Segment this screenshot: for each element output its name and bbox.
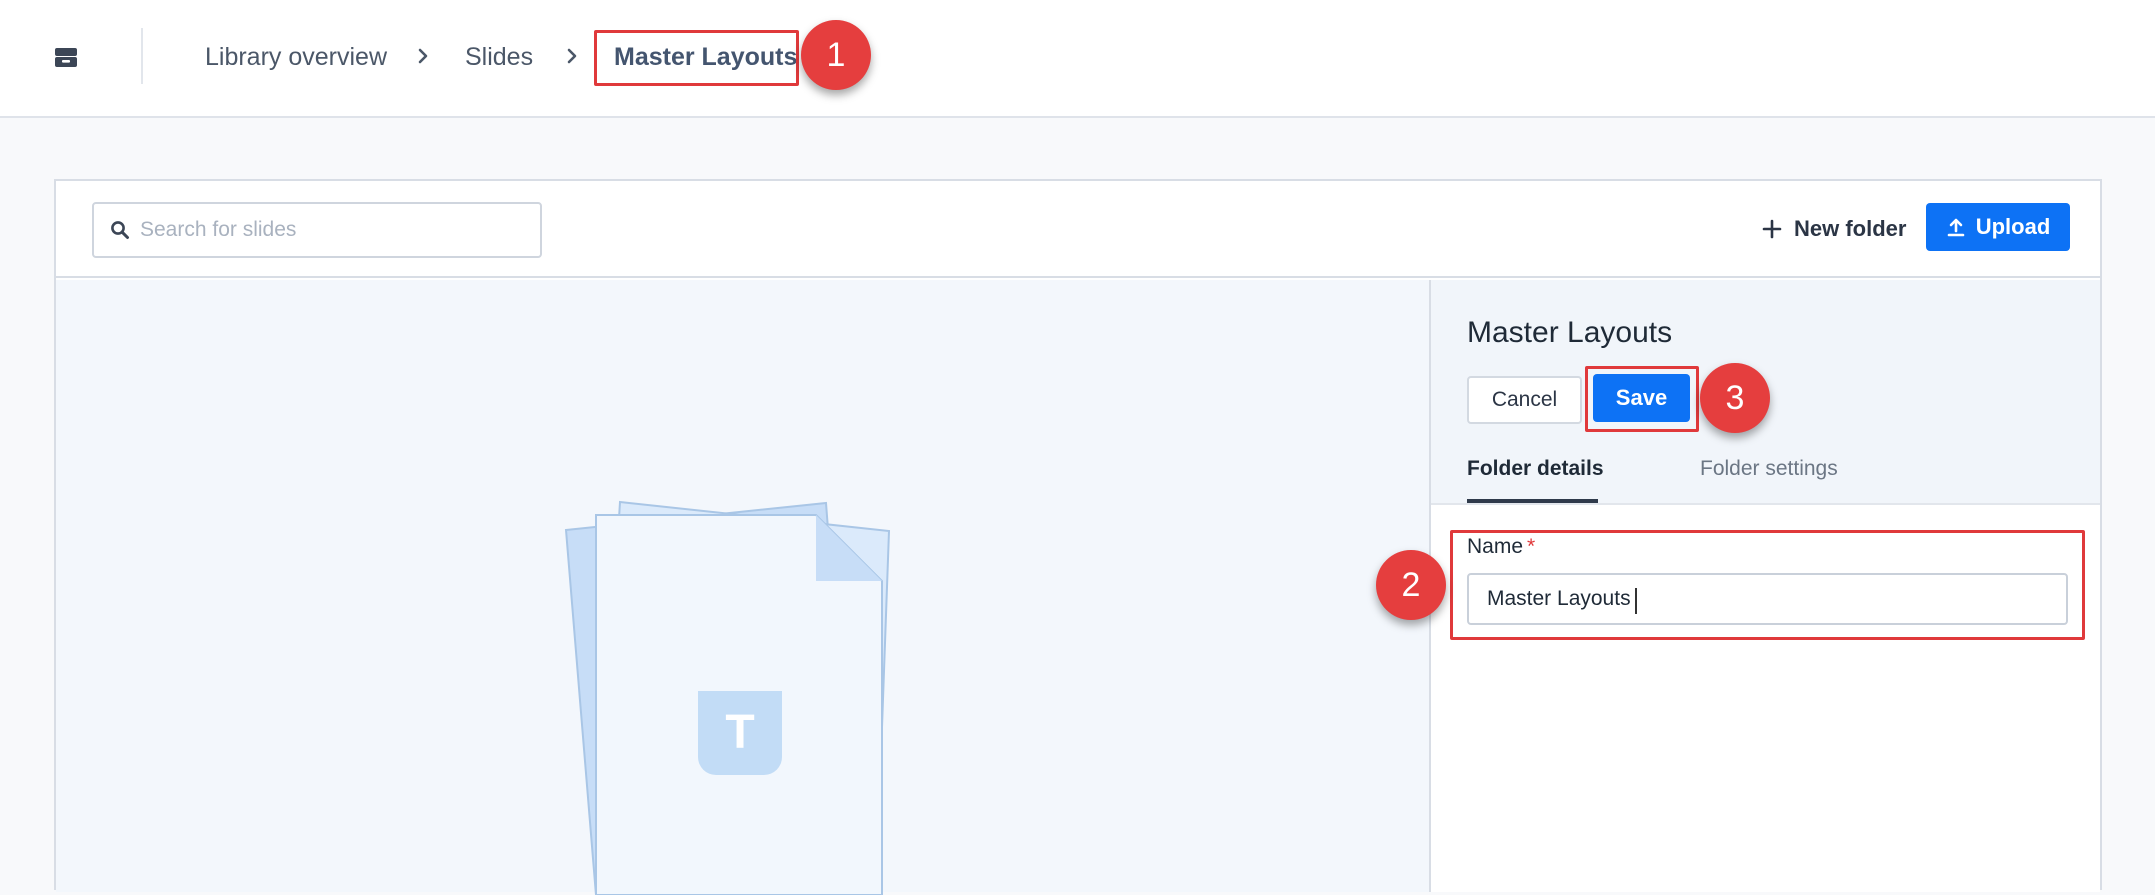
highlight-box-save [1585,366,1699,432]
upload-label: Upload [1975,214,2051,239]
upload-button[interactable]: Upload [1926,203,2070,251]
archive-icon[interactable] [54,45,78,69]
slides-content-area: T [56,280,1429,895]
top-divider [141,28,143,84]
upload-icon [1947,218,1965,237]
callout-badge-2: 2 [1376,550,1446,620]
panel-title: Master Layouts [1467,316,1673,349]
highlight-box-name-field [1450,530,2085,640]
tab-folder-details[interactable]: Folder details [1467,457,1604,503]
chevron-right-icon [418,48,428,64]
search-icon [111,221,129,239]
cancel-button[interactable]: Cancel [1467,376,1582,424]
new-folder-label: New folder [1794,216,1907,241]
illustration-badge-letter: T [725,706,755,759]
callout-badge-1: 1 [801,20,871,90]
plus-icon [1762,219,1782,239]
new-folder-button[interactable]: New folder [1762,203,1906,255]
callout-badge-3: 3 [1700,363,1770,433]
highlight-box-breadcrumb [594,30,799,86]
search-box[interactable] [92,202,542,258]
top-bar: Library overview Slides Master Layouts [0,0,2155,118]
breadcrumb-library-overview[interactable]: Library overview [205,40,387,74]
chevron-right-icon [567,48,577,64]
tab-folder-settings[interactable]: Folder settings [1700,457,1838,503]
toolbar: New folder Upload [56,181,2100,278]
search-input[interactable] [140,212,530,248]
breadcrumb-slides[interactable]: Slides [465,40,533,74]
